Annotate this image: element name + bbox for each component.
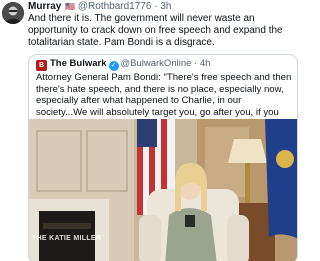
timestamp[interactable]: 3h xyxy=(160,1,171,12)
quoted-timestamp: 4h xyxy=(199,58,211,69)
post-header: Murray 🇺🇸 @Rothbard1776 · 3h xyxy=(28,1,171,13)
quoted-post[interactable]: B The Bulwark ✓ @BulwarkOnline · 4h Attorne… xyxy=(28,54,298,261)
post-text: And there it is. The government will nev… xyxy=(28,13,283,49)
display-name[interactable]: Murray xyxy=(28,1,61,12)
handle[interactable]: @Rothbard1776 xyxy=(78,1,152,12)
quoted-handle: @BulwarkOnline xyxy=(120,58,192,69)
post: Murray 🇺🇸 @Rothbard1776 · 3h And there i… xyxy=(0,0,300,261)
bulwark-logo-icon: B xyxy=(36,60,47,71)
video-watermark: THE KATIE MILLER xyxy=(32,235,102,242)
avatar[interactable] xyxy=(2,2,24,24)
flag-icon: 🇺🇸 xyxy=(65,2,76,11)
dot-separator: · xyxy=(191,58,200,69)
quoted-header: B The Bulwark ✓ @BulwarkOnline · 4h xyxy=(36,58,210,71)
verified-badge-icon: ✓ xyxy=(108,61,119,71)
quoted-display-name: The Bulwark xyxy=(50,58,107,69)
